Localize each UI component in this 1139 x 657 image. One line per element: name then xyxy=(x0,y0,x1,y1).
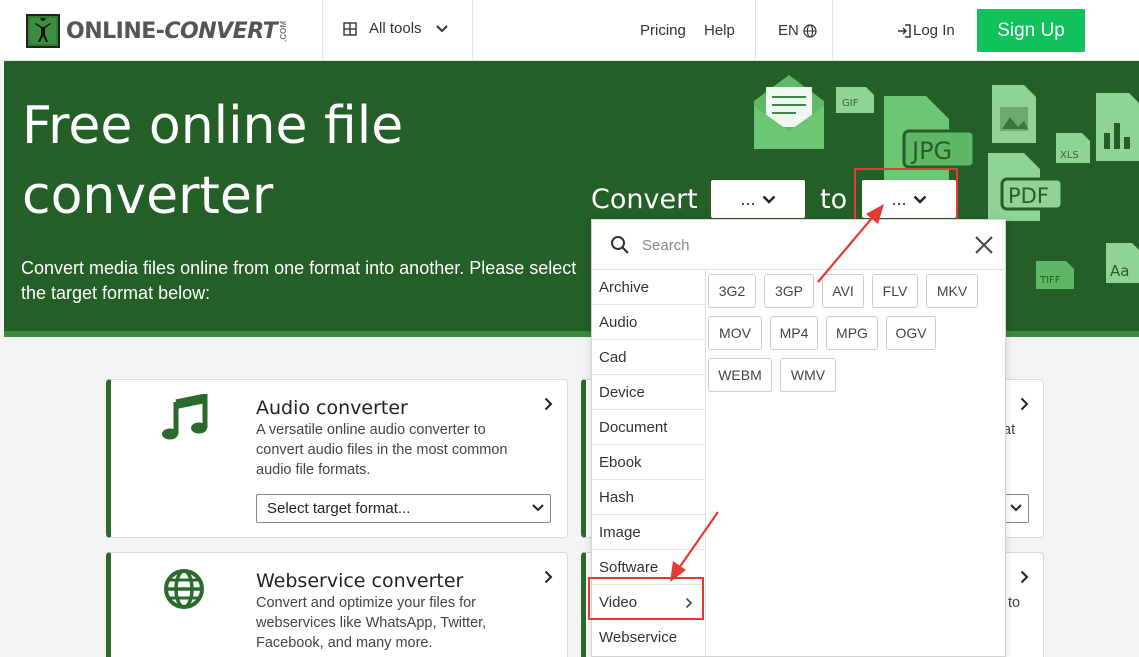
category-label: Audio xyxy=(599,313,638,331)
divider xyxy=(755,0,756,61)
sign-up-button[interactable]: Sign Up xyxy=(977,9,1085,52)
category-item[interactable]: Cad xyxy=(592,340,705,375)
webservice-converter-card[interactable]: Webservice converter Convert and optimiz… xyxy=(106,552,568,657)
category-label: Document xyxy=(599,418,668,436)
tiff-file-icon: TIFF xyxy=(1036,261,1074,289)
format-option[interactable]: MP4 xyxy=(770,316,818,350)
category-label: Image xyxy=(599,523,641,541)
chevron-right-icon xyxy=(1020,570,1029,584)
select-placeholder: Select target format... xyxy=(267,500,411,517)
chevron-right-icon xyxy=(544,397,553,411)
category-label: Software xyxy=(599,558,659,576)
chevron-down-icon xyxy=(435,24,448,32)
logo-figure-icon xyxy=(26,14,60,48)
category-item[interactable]: Archive xyxy=(592,270,705,305)
svg-text:GIF: GIF xyxy=(842,98,859,109)
login-icon xyxy=(898,23,911,38)
logo-text: ONLINE-CONVERT xyxy=(66,18,278,44)
svg-text:PDF: PDF xyxy=(1008,184,1049,208)
format-option[interactable]: MOV xyxy=(708,316,762,350)
card-title: Audio converter xyxy=(256,397,408,419)
format-option[interactable]: 3G2 xyxy=(708,274,756,308)
chevron-down-icon xyxy=(1010,504,1022,512)
hero-description: Convert media files online from one form… xyxy=(21,258,577,303)
category-label: Webservice xyxy=(599,629,678,646)
help-link[interactable]: Help xyxy=(704,22,735,39)
format-option[interactable]: 3GP xyxy=(764,274,814,308)
category-label: Cad xyxy=(599,348,627,366)
chevron-down-icon xyxy=(532,504,544,512)
logo-suffix: .COM xyxy=(279,20,289,42)
category-item[interactable]: Image xyxy=(592,515,705,550)
svg-text:JPG: JPG xyxy=(910,137,952,165)
category-item[interactable]: Webservice xyxy=(592,620,705,655)
format-option[interactable]: AVI xyxy=(822,274,864,308)
font-file-icon: Aa xyxy=(1106,243,1139,283)
convert-label: Convert xyxy=(591,184,698,215)
music-note-icon xyxy=(162,394,208,440)
site-logo[interactable]: ONLINE-CONVERT .COM xyxy=(26,13,288,49)
audio-converter-card[interactable]: Audio converter A versatile online audio… xyxy=(106,379,568,538)
svg-text:XLS: XLS xyxy=(1060,150,1079,161)
svg-text:Aa: Aa xyxy=(1110,262,1129,280)
format-option[interactable]: WEBM xyxy=(708,358,772,392)
format-option[interactable]: MKV xyxy=(926,274,978,308)
category-item[interactable]: Device xyxy=(592,375,705,410)
login-link[interactable]: Log In xyxy=(897,22,955,39)
all-tools-label: All tools xyxy=(369,20,422,37)
chevron-right-icon xyxy=(1020,397,1029,411)
category-label: Device xyxy=(599,383,645,401)
svg-text:TIFF: TIFF xyxy=(1039,275,1061,286)
category-label: Ebook xyxy=(599,453,642,471)
format-search-input[interactable] xyxy=(642,234,962,256)
source-format-value: ... xyxy=(740,188,756,209)
format-option[interactable]: OGV xyxy=(886,316,936,350)
annotation-highlight-video xyxy=(588,577,704,620)
category-label: Archive xyxy=(599,278,650,296)
card-title: Webservice converter xyxy=(256,570,464,592)
pdf-file-icon: PDF xyxy=(988,153,1064,221)
language-selector[interactable]: EN xyxy=(778,22,817,39)
chevron-right-icon xyxy=(544,570,553,584)
divider xyxy=(472,0,473,61)
divider xyxy=(322,0,323,61)
search-icon xyxy=(611,236,629,254)
site-header: ONLINE-CONVERT .COM All tools Pricing He… xyxy=(0,0,1139,61)
card-description: Convert and optimize your files for webs… xyxy=(256,595,487,651)
close-icon[interactable] xyxy=(975,236,993,254)
category-item[interactable]: Hash xyxy=(592,480,705,515)
language-label: EN xyxy=(778,22,799,39)
card-description: A versatile online audio converter to co… xyxy=(256,422,508,478)
format-option[interactable]: MPG xyxy=(826,316,878,350)
category-label: Hash xyxy=(599,488,635,506)
all-tools-menu[interactable]: All tools xyxy=(343,20,448,37)
format-option[interactable]: WMV xyxy=(780,358,836,392)
dropdown-search-row xyxy=(592,220,1005,270)
login-label: Log In xyxy=(913,22,955,39)
chevron-down-icon xyxy=(762,195,775,204)
chart-file-icon xyxy=(1096,93,1139,161)
category-item[interactable]: Audio xyxy=(592,305,705,340)
globe-icon xyxy=(803,23,817,38)
grid-icon xyxy=(343,21,357,36)
email-icon xyxy=(754,75,824,149)
category-item[interactable]: Document xyxy=(592,410,705,445)
card-description-partial: to xyxy=(1008,595,1021,611)
divider xyxy=(832,0,833,61)
globe-icon xyxy=(164,569,204,609)
pricing-link[interactable]: Pricing xyxy=(640,22,686,39)
gif-file-icon: GIF xyxy=(836,87,874,113)
source-format-select[interactable]: ... xyxy=(711,180,805,218)
image-file-icon xyxy=(992,85,1036,143)
format-option[interactable]: FLV xyxy=(872,274,918,308)
to-label: to xyxy=(820,184,848,215)
hero-title: Free online file converter xyxy=(22,96,404,226)
category-item[interactable]: Ebook xyxy=(592,445,705,480)
xls-file-icon: XLS xyxy=(1056,133,1090,163)
audio-target-format-select[interactable]: Select target format... xyxy=(256,494,551,523)
